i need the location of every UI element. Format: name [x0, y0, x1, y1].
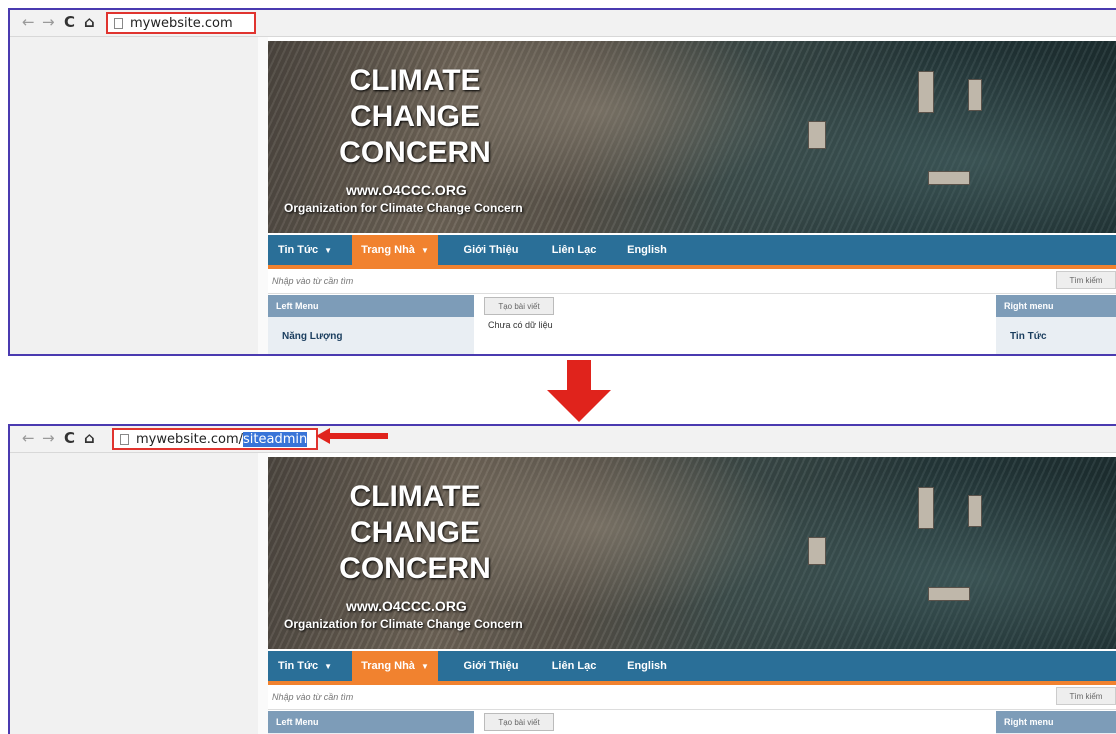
content-area: Left Menu Năng Lượng Tạo bài viết Chưa c… [268, 295, 1116, 354]
nav-item-english[interactable]: English [614, 235, 680, 265]
nav-item-gioi-thieu[interactable]: Giới Thiệu [452, 235, 530, 265]
address-bar[interactable]: mywebsite.com [106, 12, 256, 34]
page-gutter [258, 37, 268, 354]
banner-website: www.O4CCC.ORG [346, 598, 467, 614]
forward-arrow-icon[interactable]: → [42, 13, 55, 31]
banner-building [808, 121, 826, 149]
caret-down-icon: ▼ [420, 246, 429, 255]
page-icon [120, 434, 129, 445]
caret-down-icon: ▼ [324, 662, 333, 671]
banner-title-line: CONCERN [339, 552, 491, 585]
address-bar-url: mywebsite.com/siteadmin [136, 432, 308, 448]
banner-building [928, 587, 970, 601]
nav-item-trang-nha[interactable]: Trang Nhà ▼ [352, 235, 438, 265]
browser-window-after: ← → C ⌂ mywebsite.com/siteadmin CLIMATE … [8, 424, 1116, 734]
page-icon [114, 18, 123, 29]
address-bar[interactable]: mywebsite.com/siteadmin [112, 428, 318, 450]
banner-title-line: CONCERN [339, 136, 491, 169]
main-nav: Tin Tức ▼ Trang Nhà ▼ Giới Thiệu Liên Lạc … [268, 651, 1116, 685]
right-menu-item[interactable]: Tin Tức [996, 317, 1116, 342]
nav-label: English [627, 660, 667, 672]
down-arrow-icon [547, 360, 611, 422]
left-menu: Left Menu Năng Lượng [268, 295, 474, 354]
caret-down-icon: ▼ [324, 246, 333, 255]
banner-organization: Organization for Climate Change Concern [284, 201, 523, 215]
right-menu: Right menu Tin Tức [996, 295, 1116, 354]
nav-label: Giới Thiệu [463, 244, 519, 256]
banner-title-line: CHANGE [349, 100, 480, 133]
caret-down-icon: ▼ [420, 662, 429, 671]
browser-toolbar: ← → C ⌂ mywebsite.com/siteadmin [10, 426, 1116, 453]
url-base: mywebsite.com/ [136, 432, 243, 447]
website: CLIMATE CHANGE CONCERN www.O4CCC.ORG Org… [268, 457, 1116, 734]
left-menu: Left Menu [268, 711, 474, 734]
nav-item-lien-lac[interactable]: Liên Lạc [538, 235, 610, 265]
home-icon[interactable]: ⌂ [84, 13, 95, 31]
nav-label: Trang Nhà [361, 244, 415, 256]
banner-organization: Organization for Climate Change Concern [284, 617, 523, 631]
nav-label: Giới Thiệu [463, 660, 519, 672]
nav-item-english[interactable]: English [614, 651, 680, 681]
right-menu-title: Right menu [996, 295, 1116, 317]
nav-item-tin-tuc[interactable]: Tin Tức ▼ [268, 235, 342, 265]
new-post-button[interactable]: Tạo bài viết [484, 297, 554, 315]
address-bar-url: mywebsite.com [130, 16, 233, 31]
search-input[interactable] [270, 688, 1052, 706]
banner-building [808, 537, 826, 565]
nav-label: English [627, 244, 667, 256]
back-arrow-icon[interactable]: ← [22, 429, 35, 447]
banner-title: CLIMATE CHANGE CONCERN [330, 479, 500, 587]
nav-label: Trang Nhà [361, 660, 415, 672]
main-nav: Tin Tức ▼ Trang Nhà ▼ Giới Thiệu Liên Lạc … [268, 235, 1116, 269]
site-banner: CLIMATE CHANGE CONCERN www.O4CCC.ORG Org… [268, 41, 1116, 233]
page-left-margin [10, 453, 258, 734]
banner-building [918, 487, 934, 529]
browser-toolbar: ← → C ⌂ mywebsite.com [10, 10, 1116, 37]
page-gutter [258, 453, 268, 734]
site-banner: CLIMATE CHANGE CONCERN www.O4CCC.ORG Org… [268, 457, 1116, 649]
search-bar: Tìm kiếm [268, 685, 1116, 710]
center-column: Tạo bài viết Chưa có dữ liệu [480, 295, 980, 354]
banner-website: www.O4CCC.ORG [346, 182, 467, 198]
page-left-margin [10, 37, 258, 354]
search-button[interactable]: Tìm kiếm [1056, 687, 1116, 705]
nav-item-trang-nha[interactable]: Trang Nhà ▼ [352, 651, 438, 681]
search-bar: Tìm kiếm [268, 269, 1116, 294]
right-menu: Right menu [996, 711, 1116, 734]
search-input[interactable] [270, 272, 1052, 290]
nav-label: Liên Lạc [551, 660, 597, 672]
banner-building [968, 79, 982, 111]
nav-label: Tin Tức [277, 660, 319, 672]
search-button[interactable]: Tìm kiếm [1056, 271, 1116, 289]
right-menu-title: Right menu [996, 711, 1116, 733]
reload-icon[interactable]: C [64, 13, 75, 31]
banner-title-line: CHANGE [349, 516, 480, 549]
new-post-button[interactable]: Tạo bài viết [484, 713, 554, 731]
banner-title: CLIMATE CHANGE CONCERN [330, 63, 500, 171]
nav-label: Liên Lạc [551, 244, 597, 256]
nav-item-tin-tuc[interactable]: Tin Tức ▼ [268, 651, 342, 681]
url-selected-text: siteadmin [243, 432, 308, 447]
forward-arrow-icon[interactable]: → [42, 429, 55, 447]
banner-title-line: CLIMATE [349, 480, 481, 513]
reload-icon[interactable]: C [64, 429, 75, 447]
no-data-text: Chưa có dữ liệu [488, 320, 553, 330]
content-area: Left Menu Tạo bài viết Right menu [268, 711, 1116, 734]
browser-window-before: ← → C ⌂ mywebsite.com CLIMATE CHANGE CON… [8, 8, 1116, 356]
left-menu-title: Left Menu [268, 711, 474, 733]
banner-building [928, 171, 970, 185]
website: CLIMATE CHANGE CONCERN www.O4CCC.ORG Org… [268, 41, 1116, 354]
nav-label: Tin Tức [277, 244, 319, 256]
nav-item-lien-lac[interactable]: Liên Lạc [538, 651, 610, 681]
left-menu-item[interactable]: Năng Lượng [268, 317, 474, 342]
center-column: Tạo bài viết [480, 711, 980, 734]
left-arrow-icon [316, 428, 388, 444]
nav-item-gioi-thieu[interactable]: Giới Thiệu [452, 651, 530, 681]
left-menu-title: Left Menu [268, 295, 474, 317]
banner-title-line: CLIMATE [349, 64, 481, 97]
banner-building [918, 71, 934, 113]
home-icon[interactable]: ⌂ [84, 429, 95, 447]
back-arrow-icon[interactable]: ← [22, 13, 35, 31]
banner-building [968, 495, 982, 527]
